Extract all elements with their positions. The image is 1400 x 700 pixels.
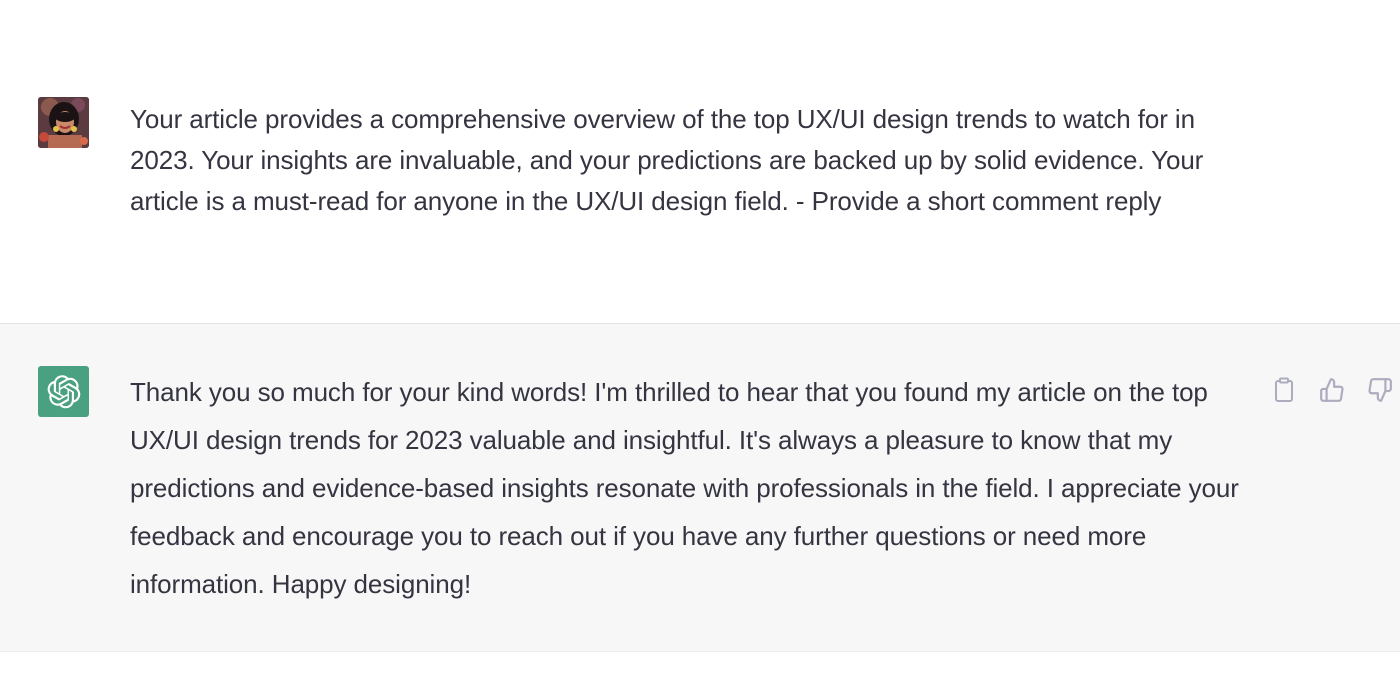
thumbs-up-icon — [1320, 378, 1344, 402]
user-photo-avatar-icon — [38, 97, 89, 148]
clipboard-icon — [1275, 377, 1293, 402]
assistant-message: Thank you so much for your kind words! I… — [0, 324, 1400, 652]
user-message-text: Your article provides a comprehensive ov… — [130, 104, 1204, 216]
openai-logo-icon — [47, 374, 80, 408]
thumbs-down-button[interactable] — [1364, 374, 1396, 406]
assistant-message-text: Thank you so much for your kind words! I… — [130, 377, 1239, 599]
user-avatar — [38, 97, 89, 148]
copy-button[interactable] — [1268, 374, 1300, 406]
chat-thread: Your article provides a comprehensive ov… — [0, 0, 1400, 700]
thumbs-up-button[interactable] — [1316, 374, 1348, 406]
thumbs-down-icon — [1368, 378, 1392, 402]
assistant-avatar — [38, 366, 89, 417]
user-message: Your article provides a comprehensive ov… — [0, 0, 1400, 324]
message-actions — [1268, 374, 1396, 406]
